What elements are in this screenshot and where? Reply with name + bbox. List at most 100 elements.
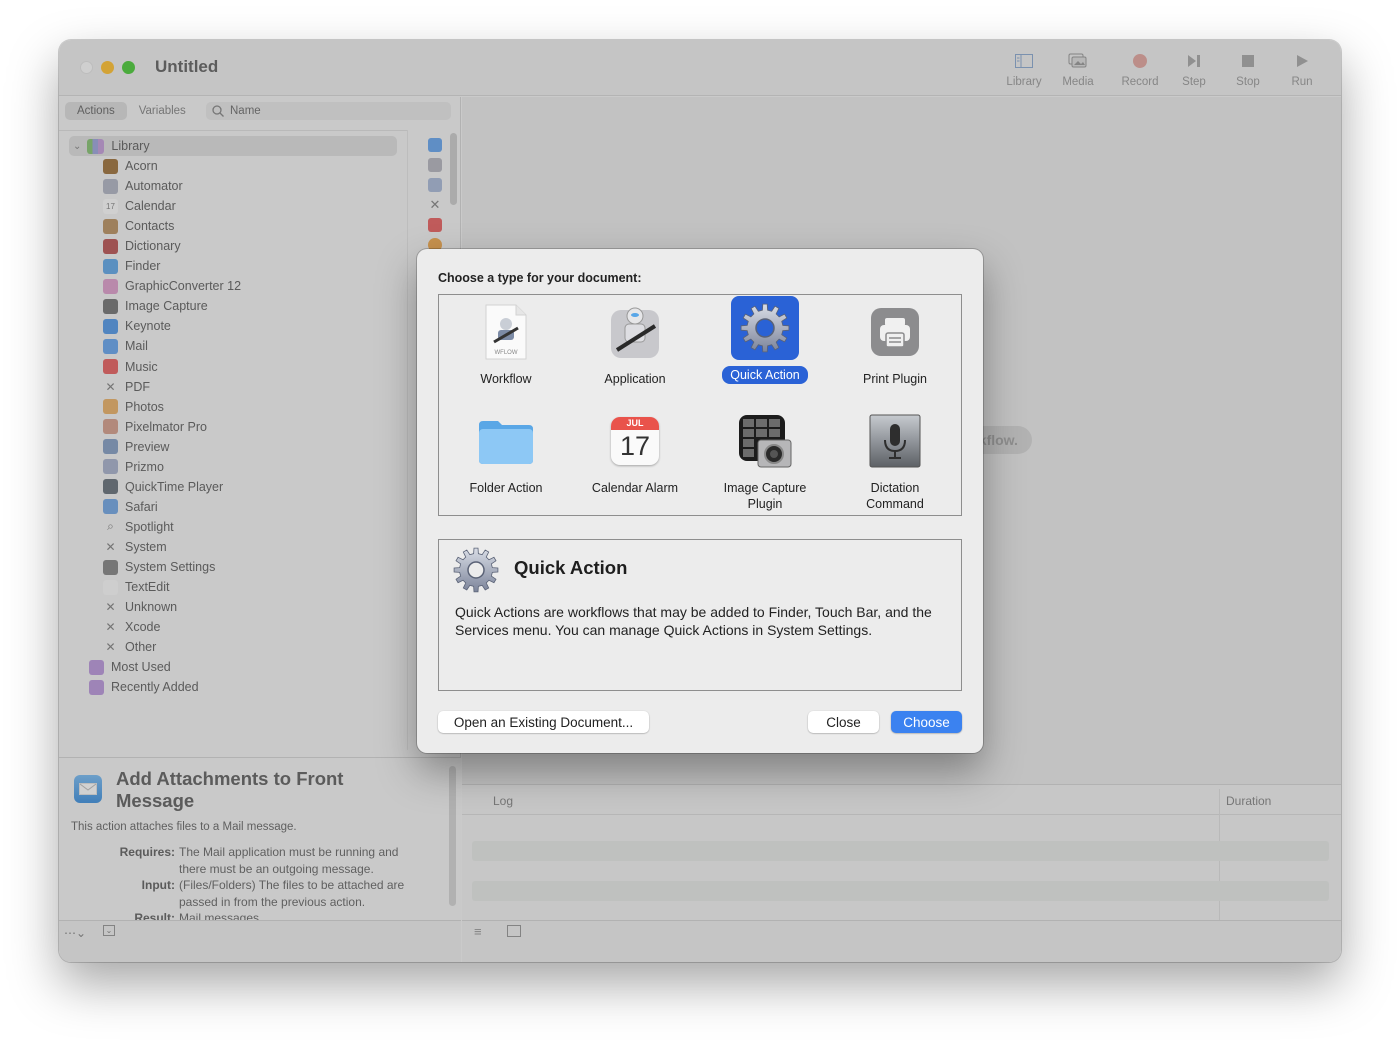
requires-key: Requires:: [119, 845, 175, 859]
type-folder-action[interactable]: Folder Action: [441, 409, 571, 497]
more-options-icon[interactable]: ⋯⌄: [64, 926, 86, 940]
library-scrollbar[interactable]: [450, 133, 457, 205]
graphicconverter-strip-icon[interactable]: [428, 178, 442, 192]
library-item-label: Music: [125, 359, 158, 374]
library-item-label: Pixelmator Pro: [125, 419, 207, 434]
library-item-quicktime-player[interactable]: QuickTime Player: [103, 477, 223, 497]
log-column-header[interactable]: Log: [493, 794, 513, 808]
type-image-capture-plugin[interactable]: Image Capture Plugin: [700, 409, 830, 513]
gear-icon: [449, 543, 503, 602]
action-title: Add Attachments to Front Message: [116, 768, 344, 811]
library-item-graphicconverter-12[interactable]: GraphicConverter 12: [103, 276, 241, 296]
library-item-image-capture[interactable]: Image Capture: [103, 296, 208, 316]
media-icon: [1068, 50, 1088, 72]
library-item-label: Photos: [125, 399, 164, 414]
library-item-keynote[interactable]: Keynote: [103, 316, 171, 336]
toolbar-run-button[interactable]: Run: [1275, 50, 1329, 88]
library-item-calendar[interactable]: 17 Calendar: [103, 196, 176, 216]
toolbar-run-label: Run: [1291, 76, 1313, 88]
document-type-grid: WFLOW Workflow Application Quick Action …: [438, 294, 962, 516]
library-item-photos[interactable]: Photos: [103, 397, 164, 417]
library-item-finder[interactable]: Finder: [103, 256, 160, 276]
library-item-label: Contacts: [125, 219, 175, 234]
type-application[interactable]: Application: [570, 300, 700, 388]
list-view-icon[interactable]: ≡: [474, 924, 482, 939]
zoom-window-button[interactable]: [122, 61, 135, 74]
library-item-music[interactable]: Music: [103, 357, 158, 377]
choose-button[interactable]: Choose: [891, 711, 962, 733]
actions-variables-switch: Actions Variables: [65, 102, 198, 120]
smart-folder-recently-added[interactable]: Recently Added: [89, 677, 199, 697]
toolbar-media-button[interactable]: Media: [1051, 50, 1105, 88]
acorn-icon: [103, 158, 118, 174]
search-field[interactable]: [206, 102, 451, 120]
type-dictation-command[interactable]: Dictation Command: [830, 409, 960, 513]
info-text: Quick Actions are workflows that may be …: [455, 604, 932, 638]
library-item-label: Prizmo: [125, 459, 164, 474]
action-summary: This action attaches files to a Mail mes…: [71, 821, 297, 833]
library-item-unknown[interactable]: ✕ Unknown: [103, 597, 177, 617]
tools-strip-icon[interactable]: ✕: [428, 198, 442, 212]
library-item-contacts[interactable]: Contacts: [103, 216, 174, 236]
library-item-pixelmator-pro[interactable]: Pixelmator Pro: [103, 417, 207, 437]
folder-icon: [474, 409, 538, 473]
library-item-label: Acorn: [125, 159, 158, 173]
run-icon: [1295, 50, 1309, 72]
gear-icon: [731, 296, 799, 360]
toolbar-stop-button[interactable]: Stop: [1221, 50, 1275, 88]
toolbar-step-button[interactable]: Step: [1167, 50, 1221, 88]
library-item-dictionary[interactable]: Dictionary: [103, 236, 181, 256]
library-item-system[interactable]: ✕ System: [103, 537, 166, 557]
library-item-label: Other: [125, 640, 157, 655]
library-item-preview[interactable]: Preview: [103, 437, 169, 457]
music-icon: [103, 359, 118, 374]
title-bar: Untitled Library Media Record Step Stop …: [59, 40, 1341, 96]
close-button[interactable]: Close: [808, 711, 879, 733]
mail-strip-icon[interactable]: [428, 138, 442, 152]
toolbar-record-label: Record: [1121, 76, 1159, 88]
type-calendar-alarm[interactable]: JUL 17 Calendar Alarm: [570, 409, 700, 497]
type-quick-action[interactable]: Quick Action: [700, 296, 830, 384]
library-item-prizmo[interactable]: Prizmo: [103, 457, 164, 477]
library-item-mail[interactable]: Mail: [103, 336, 148, 356]
toolbar-library-button[interactable]: Library: [997, 50, 1051, 88]
info-title: Quick Action: [514, 557, 628, 578]
library-root-item[interactable]: ⌄ Library: [69, 136, 397, 156]
minimize-window-button[interactable]: [101, 61, 114, 74]
library-root-label: Library: [111, 139, 150, 153]
library-item-label: QuickTime Player: [125, 479, 224, 494]
close-window-button[interactable]: [80, 61, 93, 74]
toolbar-step-label: Step: [1182, 76, 1206, 88]
duration-column-header[interactable]: Duration: [1226, 794, 1271, 808]
disclosure-chevron-icon[interactable]: ⌄: [73, 141, 81, 152]
library-item-xcode[interactable]: ✕ Xcode: [103, 617, 160, 637]
type-workflow[interactable]: WFLOW Workflow: [441, 300, 571, 388]
window-title: Untitled: [155, 57, 219, 76]
music-strip-icon[interactable]: [428, 218, 442, 232]
description-toggle-icon[interactable]: ⌄: [103, 925, 115, 936]
library-item-label: Preview: [125, 439, 170, 454]
library-item-pdf[interactable]: ✕ PDF: [103, 377, 150, 397]
type-print-plugin[interactable]: Print Plugin: [830, 300, 960, 388]
open-existing-document-button[interactable]: Open an Existing Document...: [438, 711, 649, 733]
library-item-system-settings[interactable]: System Settings: [103, 557, 215, 577]
tab-actions[interactable]: Actions: [65, 102, 127, 120]
tab-variables[interactable]: Variables: [127, 102, 198, 120]
library-item-spotlight[interactable]: ⌕ Spotlight: [103, 517, 174, 537]
library-item-textedit[interactable]: TextEdit: [103, 577, 169, 597]
tools-icon: ✕: [105, 379, 116, 394]
library-item-safari[interactable]: Safari: [103, 497, 158, 517]
image-capture-strip-icon[interactable]: [428, 158, 442, 172]
library-item-other[interactable]: ✕ Other: [103, 637, 156, 657]
search-input[interactable]: [230, 105, 384, 117]
library-item-automator[interactable]: Automator: [103, 176, 183, 196]
library-item-acorn[interactable]: Acorn: [103, 156, 158, 176]
description-scrollbar[interactable]: [449, 766, 456, 906]
split-view-icon[interactable]: [507, 925, 521, 937]
log-header: Log Duration: [462, 785, 1341, 815]
smart-folder-most-used[interactable]: Most Used: [89, 657, 171, 677]
dictionary-icon: [103, 238, 118, 254]
log-table: Log Duration: [462, 784, 1341, 941]
library-item-label: Automator: [125, 179, 183, 194]
toolbar-record-button[interactable]: Record: [1113, 50, 1167, 88]
